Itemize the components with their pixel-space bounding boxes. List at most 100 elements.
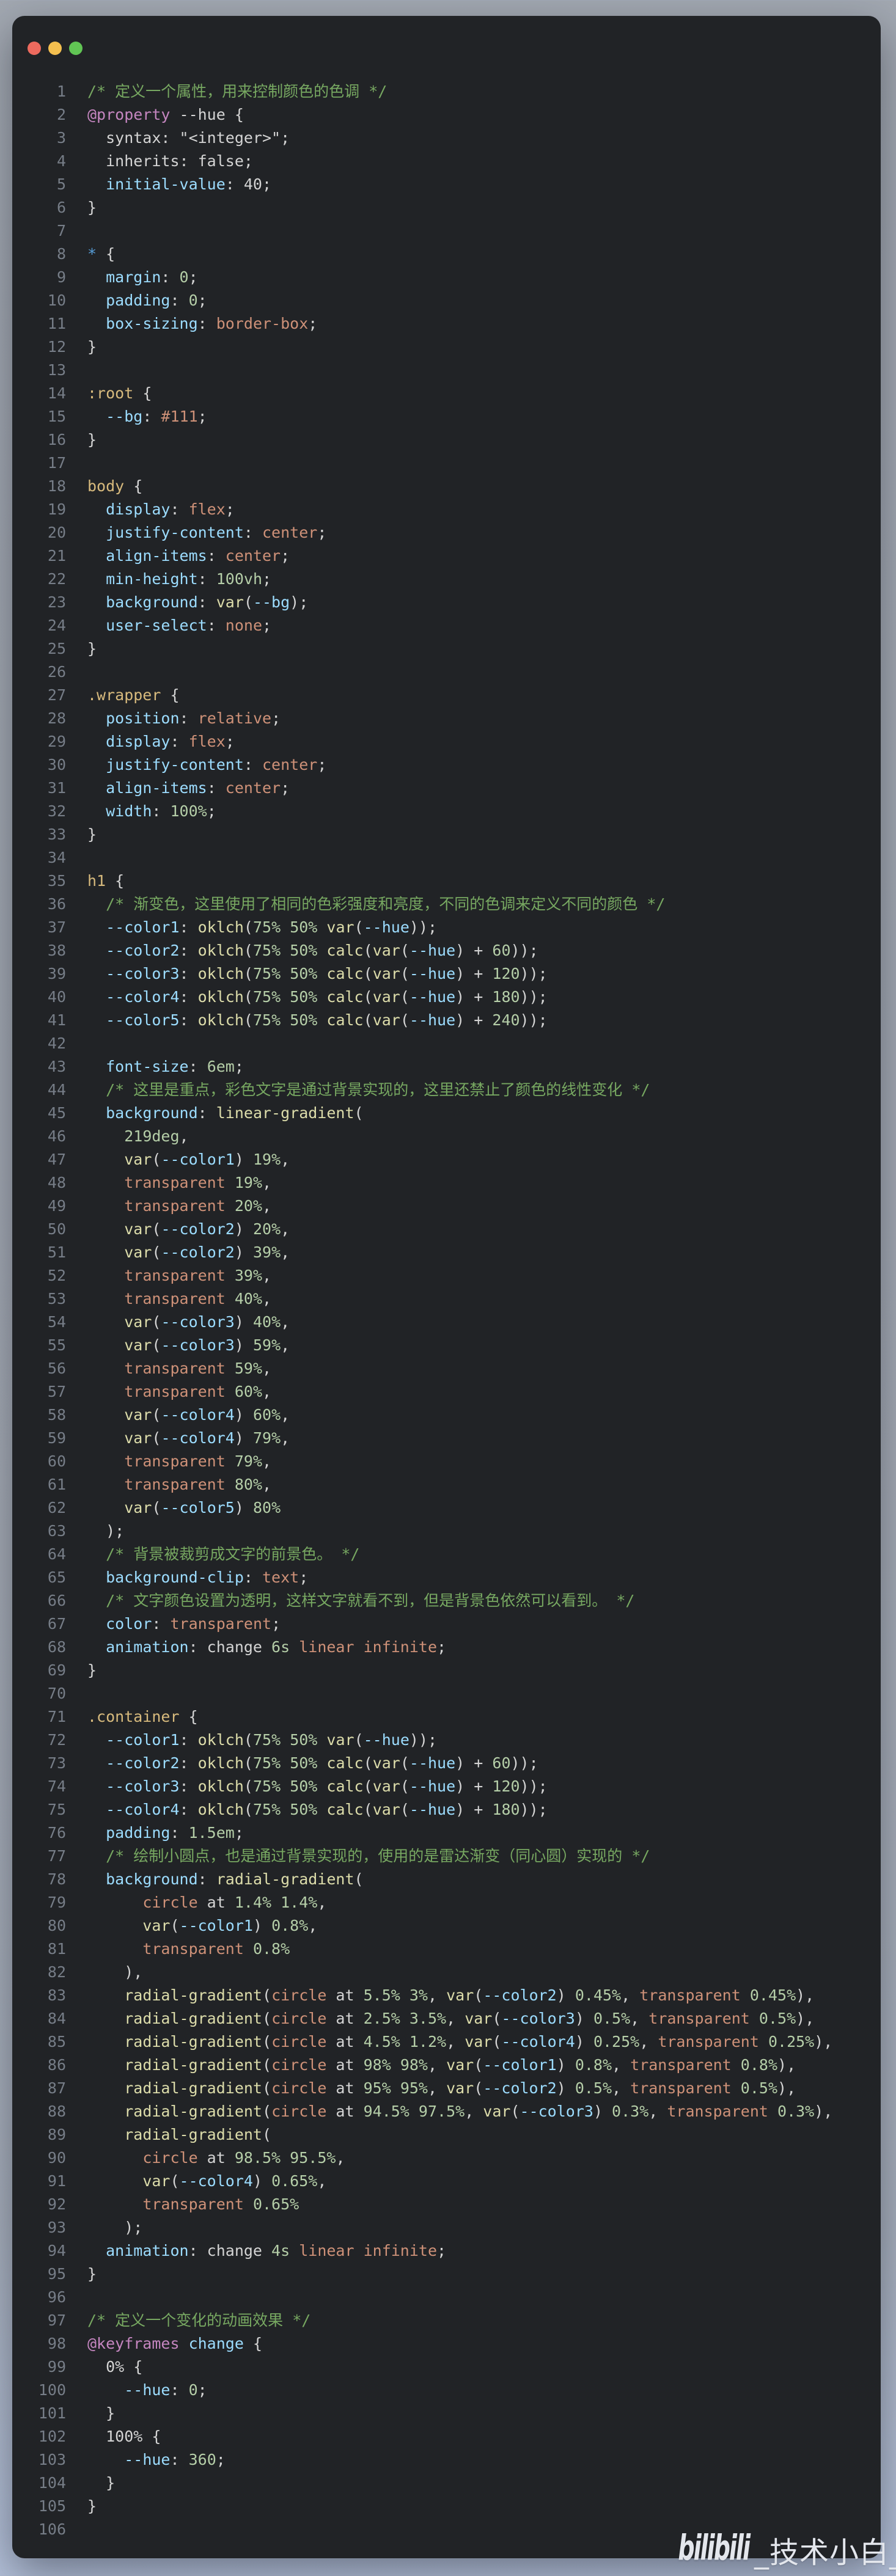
code-line: 37 --color1: oklch(75% 50% var(--hue)); <box>12 916 881 939</box>
code-text: padding: 1.5em; <box>87 1821 244 1845</box>
code-text: var(--color1) 19%, <box>87 1148 290 1171</box>
line-number: 70 <box>12 1682 66 1705</box>
code-line: 51 var(--color2) 39%, <box>12 1241 881 1264</box>
code-lines: 1/* 定义一个属性，用来控制颜色的色调 */2@property --hue … <box>12 80 881 2541</box>
line-number: 83 <box>12 1984 66 2007</box>
code-line: 45 background: linear-gradient( <box>12 1102 881 1125</box>
close-button[interactable] <box>28 42 41 55</box>
code-line: 63 ); <box>12 1520 881 1543</box>
line-number: 41 <box>12 1009 66 1032</box>
line-number: 38 <box>12 939 66 962</box>
code-text: } <box>87 2402 115 2425</box>
line-number: 47 <box>12 1148 66 1171</box>
code-line: 18body { <box>12 475 881 498</box>
code-line: 104 } <box>12 2472 881 2495</box>
code-text: /* 渐变色，这里使用了相同的色彩强度和亮度，不同的色调来定义不同的颜色 */ <box>87 893 665 916</box>
code-text: --color1: oklch(75% 50% var(--hue)); <box>87 916 437 939</box>
code-line: 68 animation: change 6s linear infinite; <box>12 1636 881 1659</box>
line-number: 49 <box>12 1195 66 1218</box>
code-text: --color5: oklch(75% 50% calc(var(--hue) … <box>87 1009 548 1032</box>
line-number: 63 <box>12 1520 66 1543</box>
line-number: 82 <box>12 1961 66 1984</box>
code-text: radial-gradient(circle at 2.5% 3.5%, var… <box>87 2007 814 2030</box>
line-number: 25 <box>12 637 66 660</box>
line-number: 37 <box>12 916 66 939</box>
line-number: 104 <box>12 2472 66 2495</box>
line-number: 92 <box>12 2193 66 2216</box>
line-number: 66 <box>12 1589 66 1612</box>
maximize-button[interactable] <box>69 42 83 55</box>
line-number: 102 <box>12 2425 66 2448</box>
line-number: 55 <box>12 1334 66 1357</box>
code-text: /* 定义一个变化的动画效果 */ <box>87 2309 310 2332</box>
line-number: 17 <box>12 452 66 475</box>
line-number: 73 <box>12 1752 66 1775</box>
code-text: min-height: 100vh; <box>87 568 271 591</box>
code-line: 50 var(--color2) 20%, <box>12 1218 881 1241</box>
code-line: 54 var(--color3) 40%, <box>12 1311 881 1334</box>
line-number: 101 <box>12 2402 66 2425</box>
minimize-button[interactable] <box>48 42 62 55</box>
code-line: 103 --hue: 360; <box>12 2448 881 2472</box>
code-text: .wrapper { <box>87 684 180 707</box>
code-line: 20 justify-content: center; <box>12 521 881 544</box>
code-text: @property --hue { <box>87 103 244 126</box>
line-number: 15 <box>12 405 66 428</box>
line-number: 80 <box>12 1914 66 1937</box>
line-number: 78 <box>12 1868 66 1891</box>
code-line: 8* { <box>12 243 881 266</box>
line-number: 43 <box>12 1055 66 1078</box>
code-text: radial-gradient(circle at 5.5% 3%, var(-… <box>87 1984 814 2007</box>
code-text: 0% { <box>87 2355 142 2379</box>
code-text: /* 绘制小圆点，也是通过背景实现的，使用的是雷达渐变（同心圆）实现的 */ <box>87 1845 650 1868</box>
code-text: transparent 59%, <box>87 1357 271 1380</box>
code-text: /* 背景被裁剪成文字的前景色。 */ <box>87 1543 359 1566</box>
code-text: --hue: 360; <box>87 2448 226 2472</box>
code-line: 35h1 { <box>12 869 881 893</box>
code-text: ), <box>87 1961 142 1984</box>
code-text: font-size: 6em; <box>87 1055 244 1078</box>
line-number: 77 <box>12 1845 66 1868</box>
code-line: 22 min-height: 100vh; <box>12 568 881 591</box>
code-text: background: linear-gradient( <box>87 1102 364 1125</box>
code-line: 88 radial-gradient(circle at 94.5% 97.5%… <box>12 2100 881 2123</box>
code-text: @keyframes change { <box>87 2332 262 2355</box>
code-line: 27.wrapper { <box>12 684 881 707</box>
code-text: ); <box>87 1520 124 1543</box>
code-editor[interactable]: 1/* 定义一个属性，用来控制颜色的色调 */2@property --hue … <box>12 80 881 2541</box>
code-line: 98@keyframes change { <box>12 2332 881 2355</box>
code-line: 65 background-clip: text; <box>12 1566 881 1589</box>
code-line: 105} <box>12 2495 881 2518</box>
code-line: 38 --color2: oklch(75% 50% calc(var(--hu… <box>12 939 881 962</box>
line-number: 87 <box>12 2077 66 2100</box>
code-line: 73 --color2: oklch(75% 50% calc(var(--hu… <box>12 1752 881 1775</box>
code-text: } <box>87 637 97 660</box>
code-line: 91 var(--color4) 0.65%, <box>12 2170 881 2193</box>
code-text: var(--color1) 0.8%, <box>87 1914 317 1937</box>
code-text: /* 这里是重点，彩色文字是通过背景实现的，这里还禁止了颜色的线性变化 */ <box>87 1078 650 1102</box>
code-line: 96 <box>12 2286 881 2309</box>
line-number: 72 <box>12 1729 66 1752</box>
code-line: 89 radial-gradient( <box>12 2123 881 2146</box>
code-line: 80 var(--color1) 0.8%, <box>12 1914 881 1937</box>
code-text: radial-gradient(circle at 94.5% 97.5%, v… <box>87 2100 832 2123</box>
line-number: 99 <box>12 2355 66 2379</box>
code-line: 71.container { <box>12 1705 881 1729</box>
line-number: 48 <box>12 1171 66 1195</box>
code-line: 72 --color1: oklch(75% 50% var(--hue)); <box>12 1729 881 1752</box>
code-line: 3 syntax: "<integer>"; <box>12 126 881 150</box>
code-text: --color1: oklch(75% 50% var(--hue)); <box>87 1729 437 1752</box>
code-text: } <box>87 2472 115 2495</box>
line-number: 30 <box>12 753 66 777</box>
code-text: transparent 79%, <box>87 1450 271 1473</box>
code-line: 15 --bg: #111; <box>12 405 881 428</box>
code-text: margin: 0; <box>87 266 198 289</box>
line-number: 100 <box>12 2379 66 2402</box>
editor-window: 1/* 定义一个属性，用来控制颜色的色调 */2@property --hue … <box>12 16 881 2558</box>
code-text: initial-value: 40; <box>87 173 271 196</box>
line-number: 13 <box>12 359 66 382</box>
code-line: 9 margin: 0; <box>12 266 881 289</box>
code-line: 11 box-sizing: border-box; <box>12 312 881 335</box>
line-number: 14 <box>12 382 66 405</box>
line-number: 58 <box>12 1403 66 1427</box>
